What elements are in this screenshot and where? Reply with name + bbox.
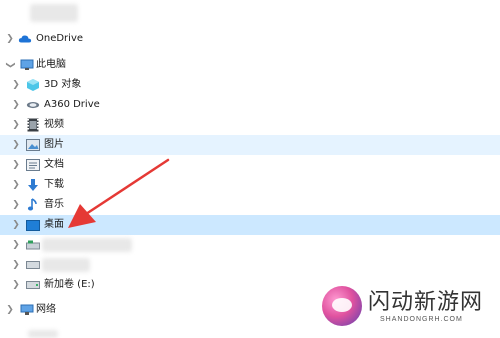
chevron-right-icon[interactable]: ❯ [10,75,22,95]
blurred-label [42,258,90,272]
nav-item-a360-drive[interactable]: ❯ A360 Drive [0,95,500,115]
chevron-right-icon[interactable]: ❯ [10,175,22,195]
nav-label: 视频 [44,119,64,130]
chevron-right-icon[interactable]: ❯ [10,195,22,215]
blurred-bottom-item [28,330,58,338]
nav-label-onedrive: OneDrive [36,33,84,44]
chevron-right-icon[interactable]: ❯ [10,95,22,115]
nav-item-downloads[interactable]: ❯ 下载 [0,175,500,195]
nav-label: 文档 [44,159,64,170]
nav-label: 下载 [44,179,64,190]
nav-label: 图片 [44,139,64,150]
nav-item-music[interactable]: ❯ 音乐 [0,195,500,215]
chevron-right-icon[interactable]: ❯ [10,275,22,295]
chevron-down-icon[interactable]: ❯ [0,59,20,71]
nav-item-blurred-drive-2[interactable]: ❯ [0,255,500,275]
documents-icon [26,158,40,172]
3d-objects-icon [26,78,40,92]
nav-label: A360 Drive [44,99,100,110]
music-icon [26,198,40,212]
watermark: 闪动新游网 SHANDONGRH.COM [322,282,498,338]
a360-drive-icon [26,98,40,112]
chevron-right-icon[interactable]: ❯ [10,235,22,255]
cloud-icon [18,32,32,46]
chevron-right-icon[interactable]: ❯ [4,300,16,320]
nav-label-new-volume: 新加卷 (E:) [44,279,95,290]
computer-icon [20,58,34,72]
drive-icon [26,258,40,272]
watermark-logo-icon [322,286,362,326]
nav-item-3d-objects[interactable]: ❯ 3D 对象 [0,75,500,95]
nav-label: 音乐 [44,199,64,210]
chevron-right-icon[interactable]: ❯ [10,135,22,155]
drive-icon [26,278,40,292]
chevron-right-icon[interactable]: ❯ [4,29,16,49]
nav-item-videos[interactable]: ❯ 视频 [0,115,500,135]
chevron-right-icon[interactable]: ❯ [10,255,22,275]
pictures-icon [26,138,40,152]
nav-item-this-pc[interactable]: ❯ 此电脑 [0,55,500,75]
drive-icon [26,238,40,252]
nav-label-network: 网络 [36,304,56,315]
watermark-text: 闪动新游网 [368,290,484,315]
nav-item-onedrive[interactable]: ❯ OneDrive [0,29,500,49]
chevron-right-icon[interactable]: ❯ [10,155,22,175]
nav-item-pictures[interactable]: ❯ 图片 [0,135,500,155]
nav-label: 3D 对象 [44,79,82,90]
nav-item-blurred-drive[interactable]: ❯ [0,235,500,255]
blurred-label [42,238,132,252]
network-icon [20,303,34,317]
chevron-right-icon[interactable]: ❯ [10,115,22,135]
nav-item-documents[interactable]: ❯ 文档 [0,155,500,175]
chevron-right-icon[interactable]: ❯ [10,215,22,235]
blurred-top-item [30,4,78,22]
nav-label-this-pc: 此电脑 [36,59,66,70]
nav-item-desktop[interactable]: ❯ 桌面 [0,215,500,235]
nav-label: 桌面 [44,219,64,230]
watermark-subtext: SHANDONGRH.COM [380,316,463,323]
videos-icon [26,118,40,132]
desktop-icon [26,218,40,232]
downloads-icon [26,178,40,192]
